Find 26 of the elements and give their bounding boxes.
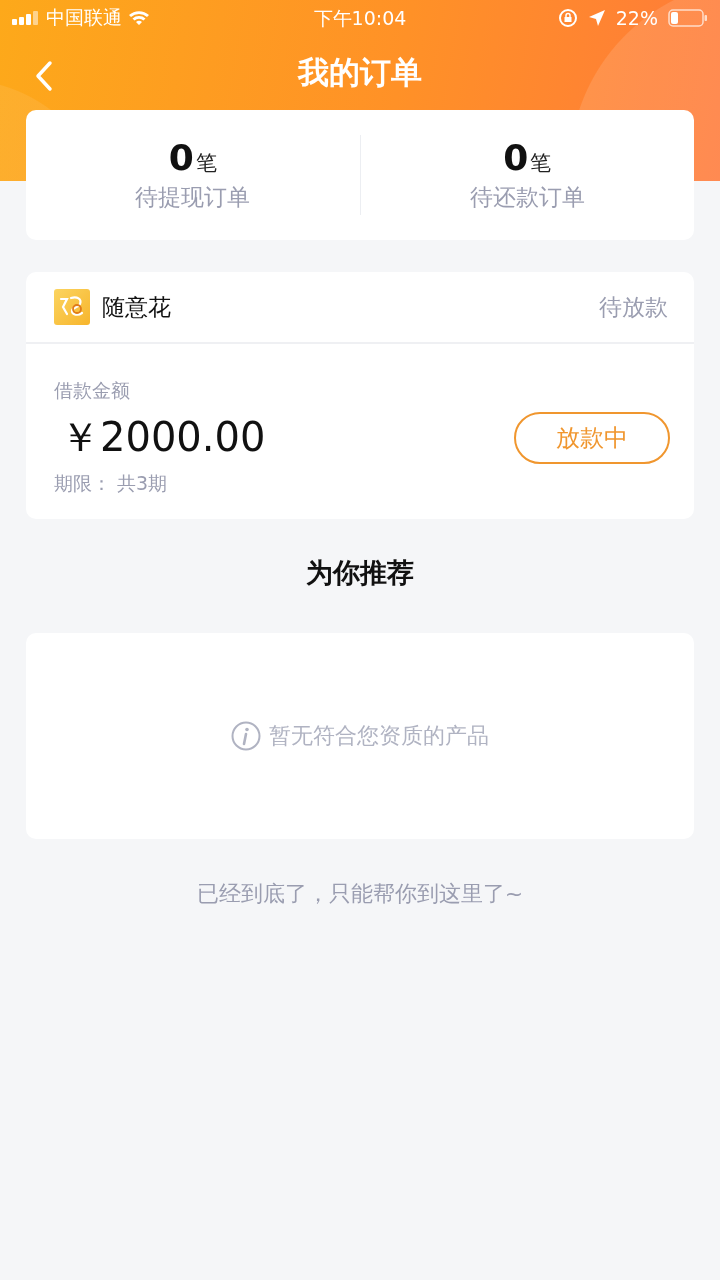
- battery-icon: [668, 9, 708, 27]
- empty-message: 暂无符合您资质的产品: [269, 722, 489, 750]
- loan-amount: ￥2000.00: [60, 413, 266, 462]
- amount-label: 借款金额: [54, 378, 131, 403]
- section-title: 为你推荐: [306, 557, 414, 588]
- loan-term: 期限： 共3期: [54, 471, 169, 496]
- count-unit: 笔: [530, 150, 552, 177]
- battery-percent: 22%: [615, 7, 658, 29]
- clock-time: 下午10:04: [313, 7, 407, 29]
- summary-label: 待提现订单: [135, 183, 251, 212]
- info-icon: [231, 721, 261, 751]
- order-count: 0: [168, 137, 194, 178]
- order-status: 待放款: [599, 292, 668, 322]
- count-unit: 笔: [195, 150, 217, 177]
- carrier-name: 中国联通: [46, 5, 122, 30]
- signal-icon: [12, 11, 40, 25]
- page-title: 我的订单: [298, 53, 422, 92]
- disbursing-button[interactable]: 放款中: [514, 411, 670, 464]
- product-name: 随意花: [102, 292, 171, 322]
- location-arrow-icon: [587, 9, 606, 27]
- app-logo-icon: [54, 289, 90, 325]
- rotation-lock-icon: [557, 8, 578, 28]
- summary-label: 待还款订单: [469, 183, 585, 212]
- end-of-list-text: 已经到底了，只能帮你到这里了~: [196, 881, 524, 906]
- order-count: 0: [503, 137, 529, 178]
- wifi-icon: [128, 10, 150, 26]
